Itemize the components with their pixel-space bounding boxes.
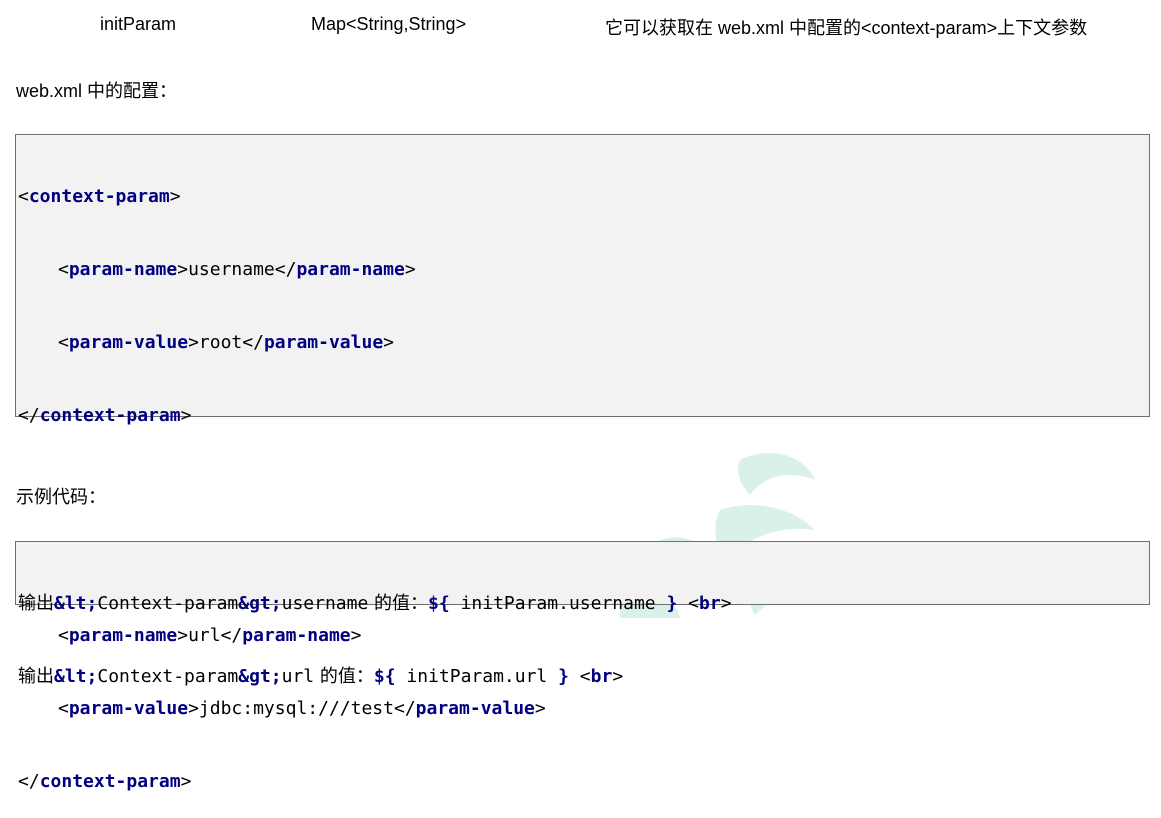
code-line: <param-value>root</param-value> (58, 332, 395, 354)
code-line: <param-name>username</param-name> (58, 259, 416, 281)
param-desc-cell: 它可以获取在 web.xml 中配置的<context-param>上下文参数 (605, 18, 1088, 38)
param-name-cell: initParam (100, 14, 177, 34)
code-line: <context-param> (18, 186, 181, 207)
code-line: </context-param> (18, 770, 192, 792)
code-line: 输出&lt;Context-param&gt;username 的值：${ in… (18, 593, 732, 614)
web-xml-heading: web.xml 中的配置： (16, 81, 178, 101)
code-line: <param-name>url</param-name> (58, 624, 362, 646)
param-type-cell: Map<String,String> (311, 14, 467, 34)
example-heading: 示例代码： (16, 487, 106, 507)
xml-code-block: <context-param> <param-name>username</pa… (15, 134, 1150, 792)
jsp-code-block: 输出&lt;Context-param&gt;username 的值：${ in… (15, 541, 1150, 687)
code-line: </context-param> (18, 405, 192, 427)
param-table-row: initParam Map<String,String> 它可以获取在 web.… (0, 12, 1161, 40)
code-line: <param-value>jdbc:mysql:///test</param-v… (58, 697, 546, 719)
code-line: 输出&lt;Context-param&gt;url 的值：${ initPar… (18, 666, 624, 687)
